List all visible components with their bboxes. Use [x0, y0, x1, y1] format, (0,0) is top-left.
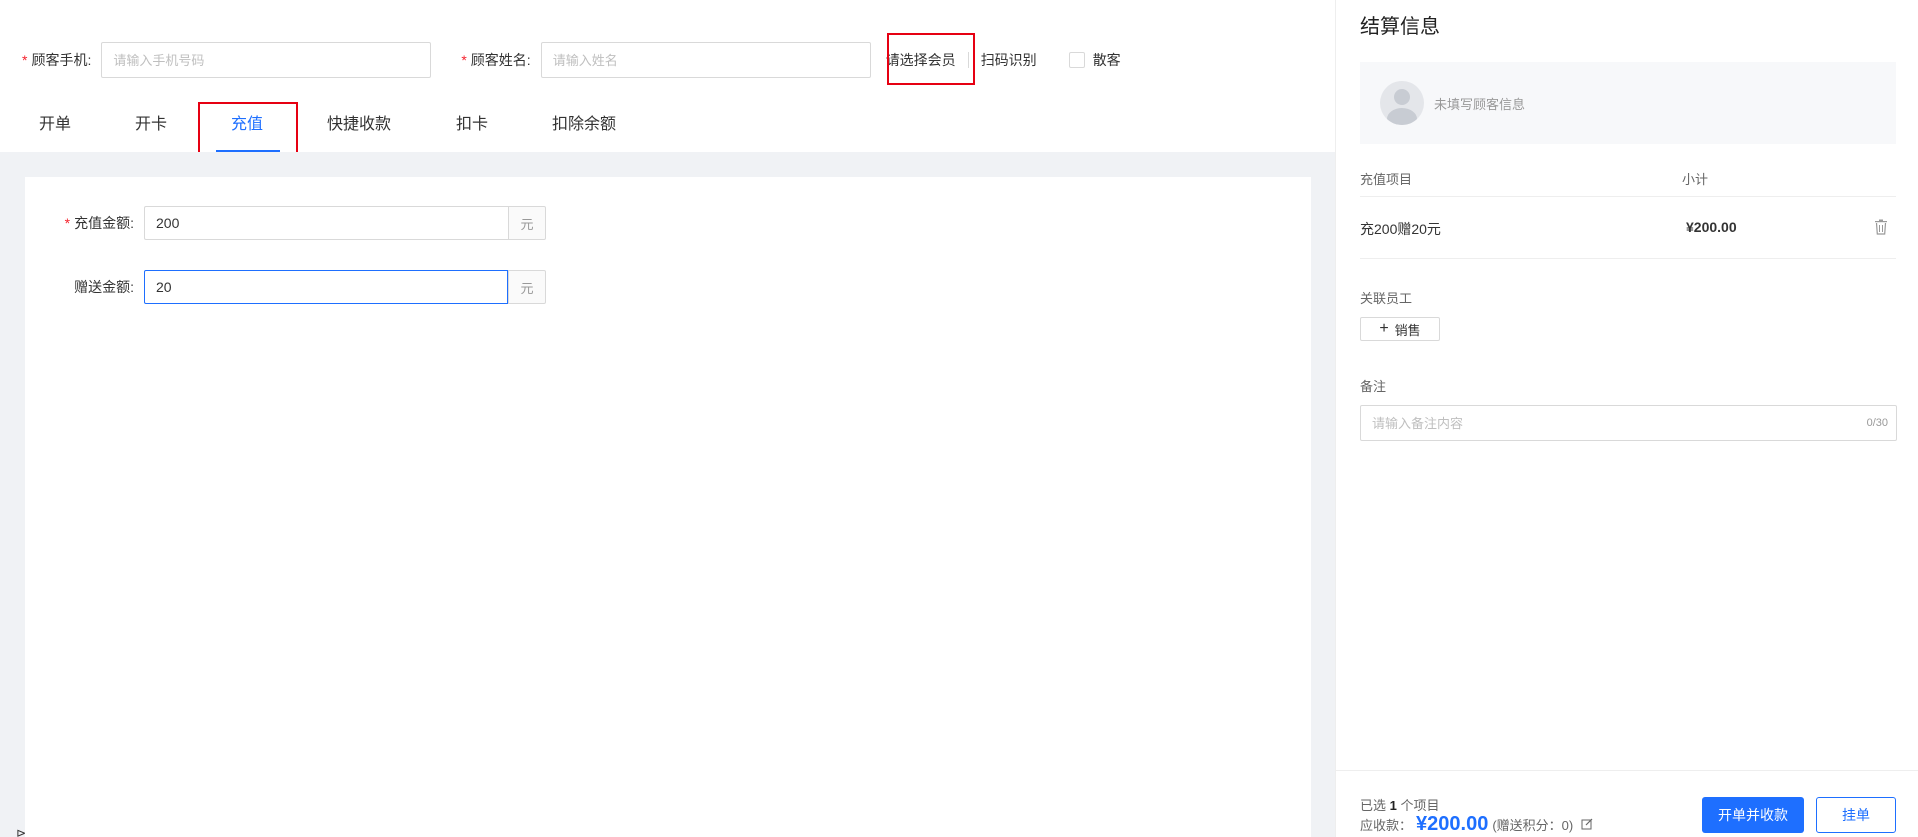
recharge-amount-field: 元	[144, 206, 546, 240]
main-area: * 顾客手机: * 顾客姓名: 请选择会员 扫码识别 散客 开单 开卡 充值 快…	[0, 0, 1335, 837]
walk-in-checkbox[interactable]	[1068, 52, 1085, 68]
tab-deduct-balance[interactable]: 扣除余额	[552, 110, 616, 134]
checkout-button[interactable]: 开单并收款	[1702, 797, 1804, 833]
collapse-icon[interactable]: ⊳	[16, 826, 26, 837]
plus-icon: +	[1379, 320, 1389, 337]
edit-icon[interactable]	[1581, 818, 1593, 830]
remark-input[interactable]	[1361, 406, 1841, 440]
name-label: * 顾客姓名:	[461, 52, 531, 68]
staff-label: 关联员工	[1360, 291, 1413, 306]
col-item-header: 充值项目	[1360, 172, 1413, 187]
remark-field: 0/30	[1360, 405, 1897, 441]
gift-amount-row: 赠送金额: 元	[49, 270, 546, 304]
tab-recharge[interactable]: 充值	[231, 110, 263, 134]
amount-due: 应收款： ¥200.00 (赠送积分：0)	[1360, 813, 1593, 836]
col-subtotal-header: 小计	[1682, 172, 1709, 187]
tab-quick-pay[interactable]: 快捷收款	[327, 110, 391, 134]
name-input[interactable]	[540, 42, 871, 78]
tab-deduct-card[interactable]: 扣卡	[456, 110, 488, 134]
gift-unit: 元	[508, 270, 546, 304]
recharge-panel: * 充值金额: 元 赠送金额: 元	[25, 177, 1311, 837]
remark-label: 备注	[1360, 379, 1387, 394]
phone-label: * 顾客手机:	[22, 52, 92, 68]
due-amount: ¥200.00	[1416, 813, 1489, 835]
customer-summary: 未填写顾客信息	[1360, 62, 1896, 144]
recharge-amount-label: * 充值金额:	[64, 215, 134, 231]
gift-amount-input[interactable]	[144, 270, 508, 304]
customer-hint: 未填写顾客信息	[1434, 96, 1526, 112]
selected-summary: 已选 1 个项目	[1360, 798, 1440, 813]
avatar	[1380, 81, 1424, 125]
remark-count: 0/30	[1866, 417, 1888, 429]
table-row: 充200赠20元 ¥200.00	[1360, 197, 1896, 259]
gift-amount-label: 赠送金额:	[74, 279, 134, 295]
customer-info-row: * 顾客手机: * 顾客姓名: 请选择会员 扫码识别 散客	[22, 42, 1121, 78]
phone-input[interactable]	[101, 42, 432, 78]
select-member-button[interactable]: 请选择会员	[886, 50, 956, 70]
row-subtotal: ¥200.00	[1686, 219, 1737, 235]
row-item-name: 充200赠20元	[1360, 221, 1441, 237]
scan-button[interactable]: 扫码识别	[981, 50, 1037, 70]
settlement-footer: 已选 1 个项目 应收款： ¥200.00 (赠送积分：0) 开单并收款 挂单	[1336, 770, 1918, 837]
points-text: (赠送积分：0)	[1492, 818, 1574, 833]
settlement-panel: 结算信息 未填写顾客信息 充值项目 小计 充200赠20元 ¥200.00 关联…	[1335, 0, 1918, 837]
trash-icon[interactable]	[1874, 219, 1888, 235]
add-sales-button[interactable]: + 销售	[1360, 317, 1440, 341]
recharge-unit: 元	[508, 206, 546, 240]
walk-in-label[interactable]: 散客	[1093, 50, 1121, 70]
hold-order-button[interactable]: 挂单	[1816, 797, 1896, 833]
tab-open-order[interactable]: 开单	[39, 110, 71, 134]
recharge-amount-input[interactable]	[144, 206, 508, 240]
divider	[967, 52, 969, 68]
gift-amount-field: 元	[144, 270, 546, 304]
items-table-header: 充值项目 小计	[1360, 167, 1896, 197]
settlement-title: 结算信息	[1360, 16, 1440, 38]
tab-open-card[interactable]: 开卡	[135, 110, 167, 134]
recharge-amount-row: * 充值金额: 元	[49, 206, 546, 240]
